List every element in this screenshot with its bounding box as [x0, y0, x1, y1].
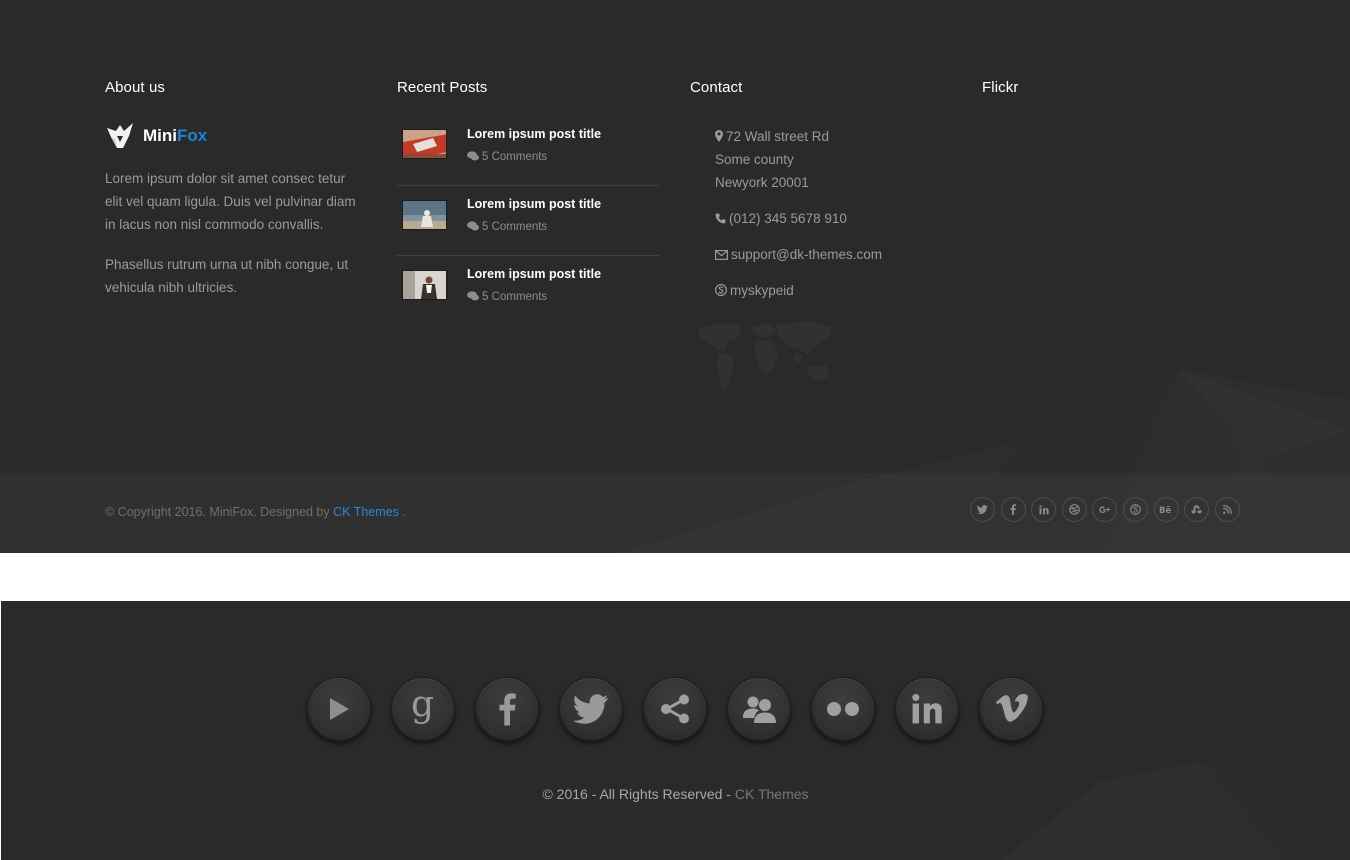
- flickr-heading: Flickr: [982, 79, 1019, 96]
- about-heading: About us: [105, 79, 166, 96]
- post-thumbnail[interactable]: [402, 270, 447, 300]
- contact-heading: Contact: [690, 79, 743, 96]
- twitter-icon[interactable]: [559, 677, 623, 741]
- about-column: About us Mini Fox Lorem ipsum dolor sit a…: [105, 79, 365, 299]
- map-marker-icon: [715, 130, 723, 142]
- logo-text-mini: Mini: [143, 126, 177, 145]
- contact-address-line-1: 72 Wall street Rd: [715, 129, 829, 144]
- share-icon[interactable]: [643, 677, 707, 741]
- site-logo[interactable]: Mini Fox: [105, 121, 365, 151]
- post-item[interactable]: Lorem ipsum post title 5 Comments: [397, 115, 660, 185]
- facebook-icon[interactable]: [1000, 497, 1026, 522]
- post-comments[interactable]: 5 Comments: [467, 221, 547, 233]
- vimeo-icon[interactable]: [979, 677, 1043, 741]
- ck-themes-link[interactable]: CK Themes: [735, 786, 809, 802]
- google-icon[interactable]: g: [391, 677, 455, 741]
- flickr-column: Flickr: [982, 79, 1242, 96]
- comments-icon: [467, 151, 479, 161]
- post-title[interactable]: Lorem ipsum post title: [467, 267, 601, 281]
- post-title[interactable]: Lorem ipsum post title: [467, 127, 601, 141]
- envelope-icon: [715, 250, 729, 261]
- skype-icon[interactable]: [1122, 497, 1148, 522]
- copyright-text-footer2: © 2016 - All Rights Reserved - CK Themes: [1, 786, 1350, 802]
- logo-text-fox: Fox: [177, 126, 208, 145]
- svg-text:Bē: Bē: [1159, 506, 1171, 514]
- dribbble-icon[interactable]: [1061, 497, 1087, 522]
- about-paragraph-1: Lorem ipsum dolor sit amet consec tetur …: [105, 171, 356, 232]
- footer-social: g © 2016 - All Rights Reserved - CK Them…: [1, 601, 1350, 860]
- about-paragraph-2: Phasellus rutrum urna ut nibh congue, ut…: [105, 257, 349, 295]
- copyright-prefix: © Copyright 2016. MiniFox. Designed by: [105, 505, 334, 519]
- google-plus-icon[interactable]: [1092, 497, 1118, 522]
- stumbleupon-icon[interactable]: [1184, 497, 1210, 522]
- post-image: [403, 271, 446, 299]
- post-thumbnail[interactable]: [402, 200, 447, 230]
- social-links-large: g: [307, 677, 1063, 741]
- contact-column: Contact 72 Wall street Rd Some county Ne…: [690, 79, 950, 391]
- post-item[interactable]: Lorem ipsum post title 5 Comments: [397, 185, 660, 255]
- users-icon[interactable]: [727, 677, 791, 741]
- behance-icon[interactable]: Bē: [1153, 497, 1179, 522]
- post-comments-count: 5 Comments: [482, 291, 548, 303]
- address-county: Some county: [715, 152, 794, 167]
- linkedin-icon[interactable]: [895, 677, 959, 741]
- recent-posts-heading: Recent Posts: [397, 79, 488, 96]
- post-title[interactable]: Lorem ipsum post title: [467, 197, 601, 211]
- post-image: [403, 130, 446, 158]
- contact-phone[interactable]: (012) 345 5678 910: [715, 211, 847, 226]
- svg-text:g: g: [411, 690, 434, 725]
- world-map-icon: [698, 321, 832, 391]
- social-links-small: Bē: [970, 497, 1245, 522]
- comments-icon: [467, 291, 479, 301]
- phone-number: (012) 345 5678 910: [729, 211, 847, 226]
- copyright-text: © Copyright 2016. MiniFox. Designed by C…: [105, 505, 406, 519]
- copyright-suffix: .: [398, 505, 406, 519]
- twitter-icon[interactable]: [970, 497, 995, 522]
- contact-email[interactable]: support@dk-themes.com: [715, 247, 882, 262]
- address-street: 72 Wall street Rd: [726, 129, 830, 144]
- footer-widgets: About us Mini Fox Lorem ipsum dolor sit a…: [0, 0, 1350, 553]
- post-thumbnail[interactable]: [402, 129, 447, 159]
- facebook-icon[interactable]: [475, 677, 539, 741]
- post-comments-count: 5 Comments: [482, 221, 548, 233]
- address-city: Newyork 20001: [715, 175, 809, 190]
- copyright-text: © 2016 - All Rights Reserved -: [542, 786, 735, 802]
- contact-skype[interactable]: myskypeid: [714, 283, 794, 298]
- email-address: support@dk-themes.com: [731, 247, 883, 262]
- skype-id: myskypeid: [730, 283, 794, 298]
- post-comments-count: 5 Comments: [482, 151, 548, 163]
- rss-icon[interactable]: [1214, 497, 1240, 522]
- designer-link[interactable]: CK Themes: [333, 505, 399, 519]
- post-item[interactable]: Lorem ipsum post title 5 Comments: [397, 255, 660, 325]
- youtube-play-icon[interactable]: [307, 677, 371, 741]
- comments-icon: [467, 221, 479, 231]
- phone-icon: [715, 213, 726, 224]
- recent-posts-column: Recent Posts Lorem ipsum post title 5 Co…: [397, 79, 660, 303]
- post-comments[interactable]: 5 Comments: [467, 151, 547, 163]
- linkedin-icon[interactable]: [1031, 497, 1057, 522]
- fox-logo-icon: [107, 123, 133, 148]
- post-image: [403, 201, 446, 229]
- post-comments[interactable]: 5 Comments: [467, 291, 547, 303]
- flickr-icon[interactable]: [811, 677, 875, 741]
- skype-icon: [714, 283, 728, 297]
